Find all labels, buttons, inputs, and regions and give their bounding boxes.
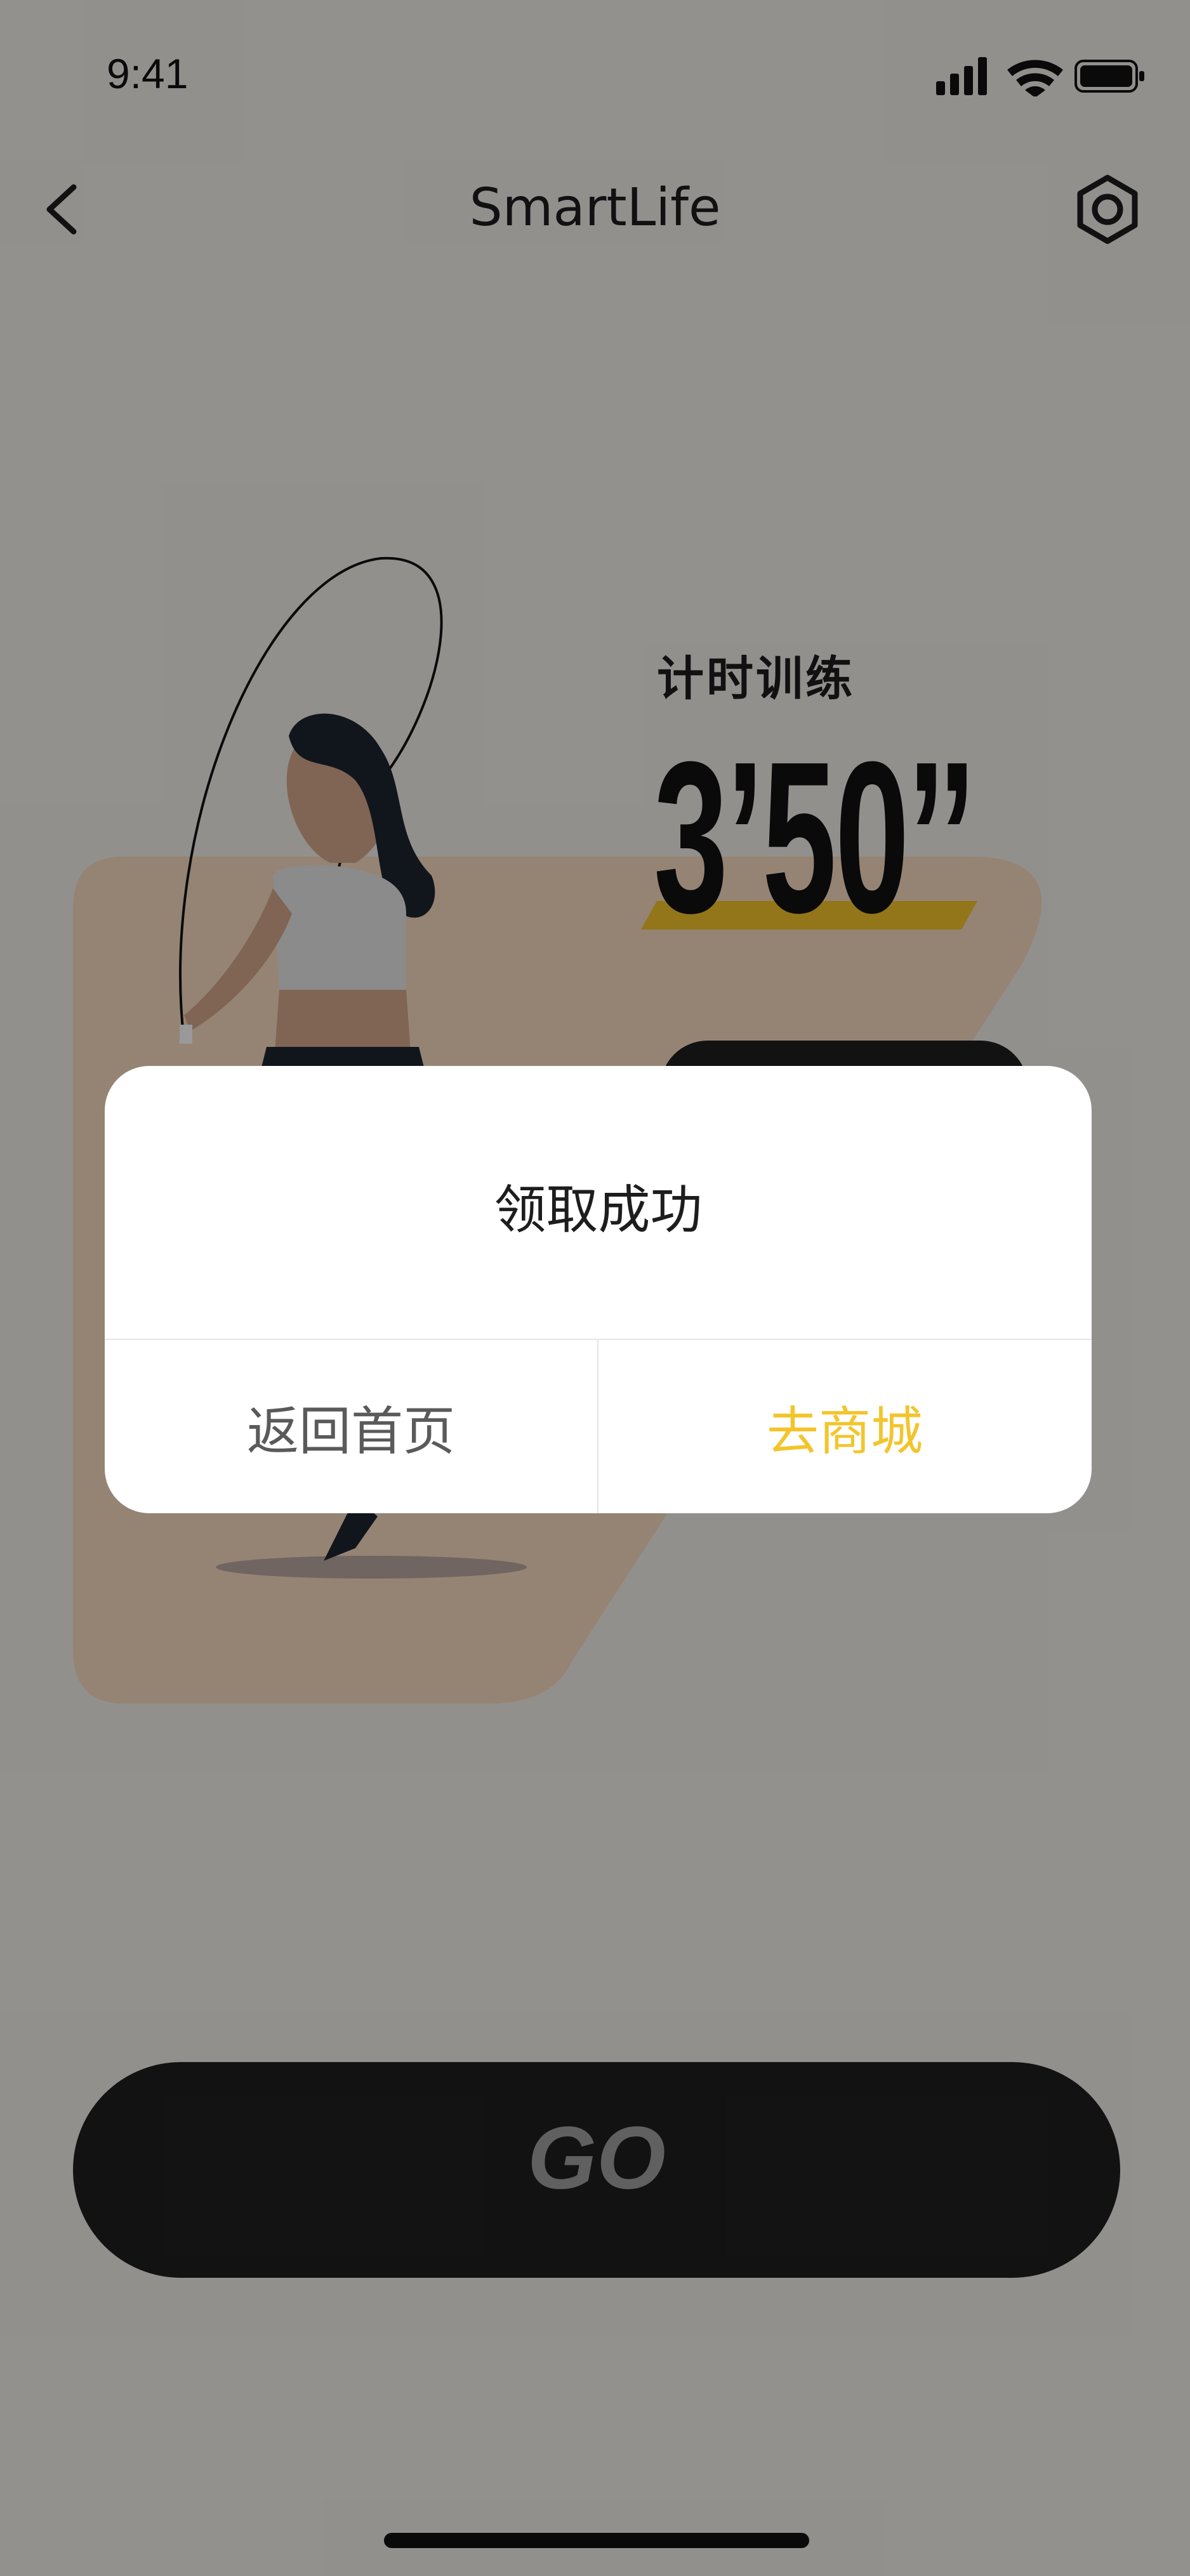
app-screen: 9:41 SmartLife 计时训练 3’50’’ GO 领取成功 返回首页 …: [0, 0, 1190, 2576]
dialog-message: 领取成功: [494, 1180, 703, 1240]
go-to-store-button[interactable]: 去商城: [598, 1340, 1091, 1513]
return-home-button[interactable]: 返回首页: [105, 1340, 597, 1513]
success-dialog: 领取成功 返回首页 去商城: [105, 1066, 1092, 1513]
